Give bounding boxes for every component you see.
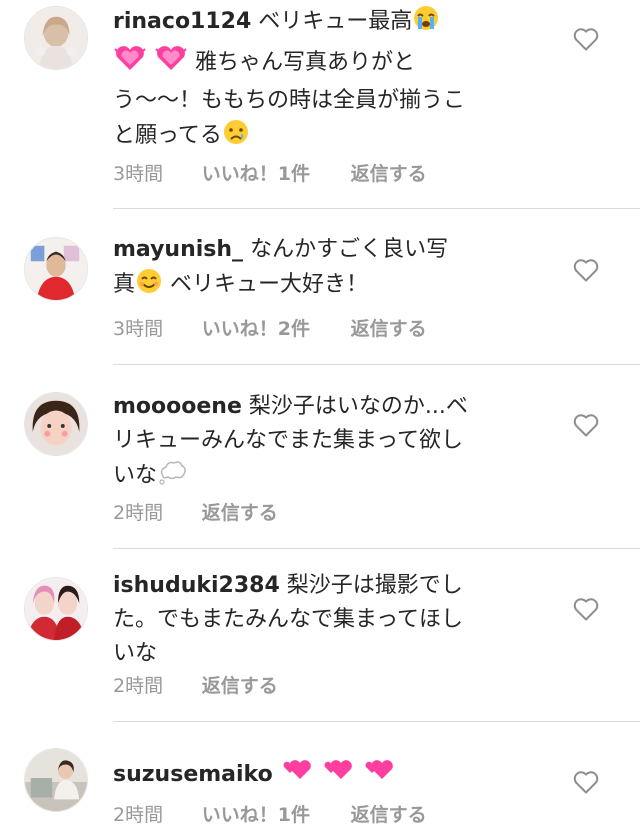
avatar-photo-icon [25,393,87,455]
comment-text: 真 [113,272,136,297]
reply-button[interactable]: 返信する [351,159,427,189]
comment-text: た。でもまたみんなで集まってほし [113,607,464,632]
comment-time: 3時間 [113,318,164,340]
comment-text: う〜〜！ももちの時は全員が揃うこ [113,88,466,113]
heart-outline-icon[interactable] [572,596,600,622]
comment-meta: 2時間 返信する [113,671,278,701]
comment-username[interactable]: mayunish_ [113,237,243,262]
comment-text: 雅ちゃん写真ありがと [195,50,416,75]
two-hearts-icon [280,755,314,796]
comment-text: 梨沙子は撮影でし [286,573,463,598]
reply-button[interactable]: 返信する [202,498,278,528]
comment-meta: 2時間 いいね！1件 返信する [113,800,427,830]
comment-time: 2時間 [113,675,164,697]
avatar-photo-icon [25,749,87,811]
comment-username[interactable]: rinaco1124 [113,9,251,34]
avatar-photo-icon [25,578,87,640]
comment-meta: 2時間 返信する [113,498,278,528]
comment-username[interactable]: suzusemaiko [113,762,273,787]
comment-text: ベリキュー最高 [258,9,413,34]
avatar[interactable] [24,577,88,641]
comment-text: いな [113,463,158,488]
comment-text: と願ってる [113,123,222,148]
comment-text: ベリキュー大好き！ [170,272,369,297]
heart-outline-icon[interactable] [572,769,600,795]
avatar[interactable] [24,392,88,456]
growing-heart-icon [154,43,188,84]
comment-text: なんかすごく良い写 [250,237,449,262]
avatar[interactable] [24,237,88,301]
comment-text: いな [113,641,158,666]
thought-balloon-icon [157,458,187,497]
comment-text: リキューみんなでまた集まって欲し [113,428,464,453]
growing-heart-icon [113,43,147,84]
comment-item: mayunish_ なんかすごく良い写 真 ベリキュー大好き！ 3時間 いいね！… [0,209,640,364]
like-count-link[interactable]: いいね！1件 [202,159,310,189]
like-count-link[interactable]: いいね！1件 [202,800,310,830]
two-hearts-icon [321,755,355,796]
crying-face-icon [222,118,250,157]
reply-button[interactable]: 返信する [351,314,427,344]
comment-item: suzusemaiko 2時間 いいね！1件 返信する [0,722,640,833]
avatar[interactable] [24,6,88,70]
comment-username[interactable]: ishuduki2384 [113,573,280,598]
comment-item: ishuduki2384 梨沙子は撮影でし た。でもまたみんなで集まってほし い… [0,549,640,721]
avatar[interactable] [24,748,88,812]
comment-item: mooooene 梨沙子はいなのか...ベ リキューみんなでまた集まって欲し い… [0,365,640,548]
comment-username[interactable]: mooooene [113,394,242,419]
heart-outline-icon[interactable] [572,26,600,52]
heart-outline-icon[interactable] [572,257,600,283]
comment-time: 3時間 [113,163,164,185]
comment-meta: 3時間 いいね！2件 返信する [113,314,427,344]
like-count-link[interactable]: いいね！2件 [202,314,310,344]
avatar-photo-icon [25,7,87,69]
smiling-face-icon [135,267,163,306]
comment-meta: 3時間 いいね！1件 返信する [113,159,427,189]
comment-item: rinaco1124 ベリキュー最高 雅ちゃん写真ありがと う〜〜！ももちの時は… [0,0,640,208]
reply-button[interactable]: 返信する [351,800,427,830]
reply-button[interactable]: 返信する [202,671,278,701]
comment-time: 2時間 [113,804,164,826]
two-hearts-icon [362,755,396,796]
heart-outline-icon[interactable] [572,412,600,438]
avatar-photo-icon [25,238,87,300]
loudly-crying-face-icon [412,4,440,43]
comment-text: 梨沙子はいなのか...ベ [248,394,468,419]
comment-time: 2時間 [113,502,164,524]
